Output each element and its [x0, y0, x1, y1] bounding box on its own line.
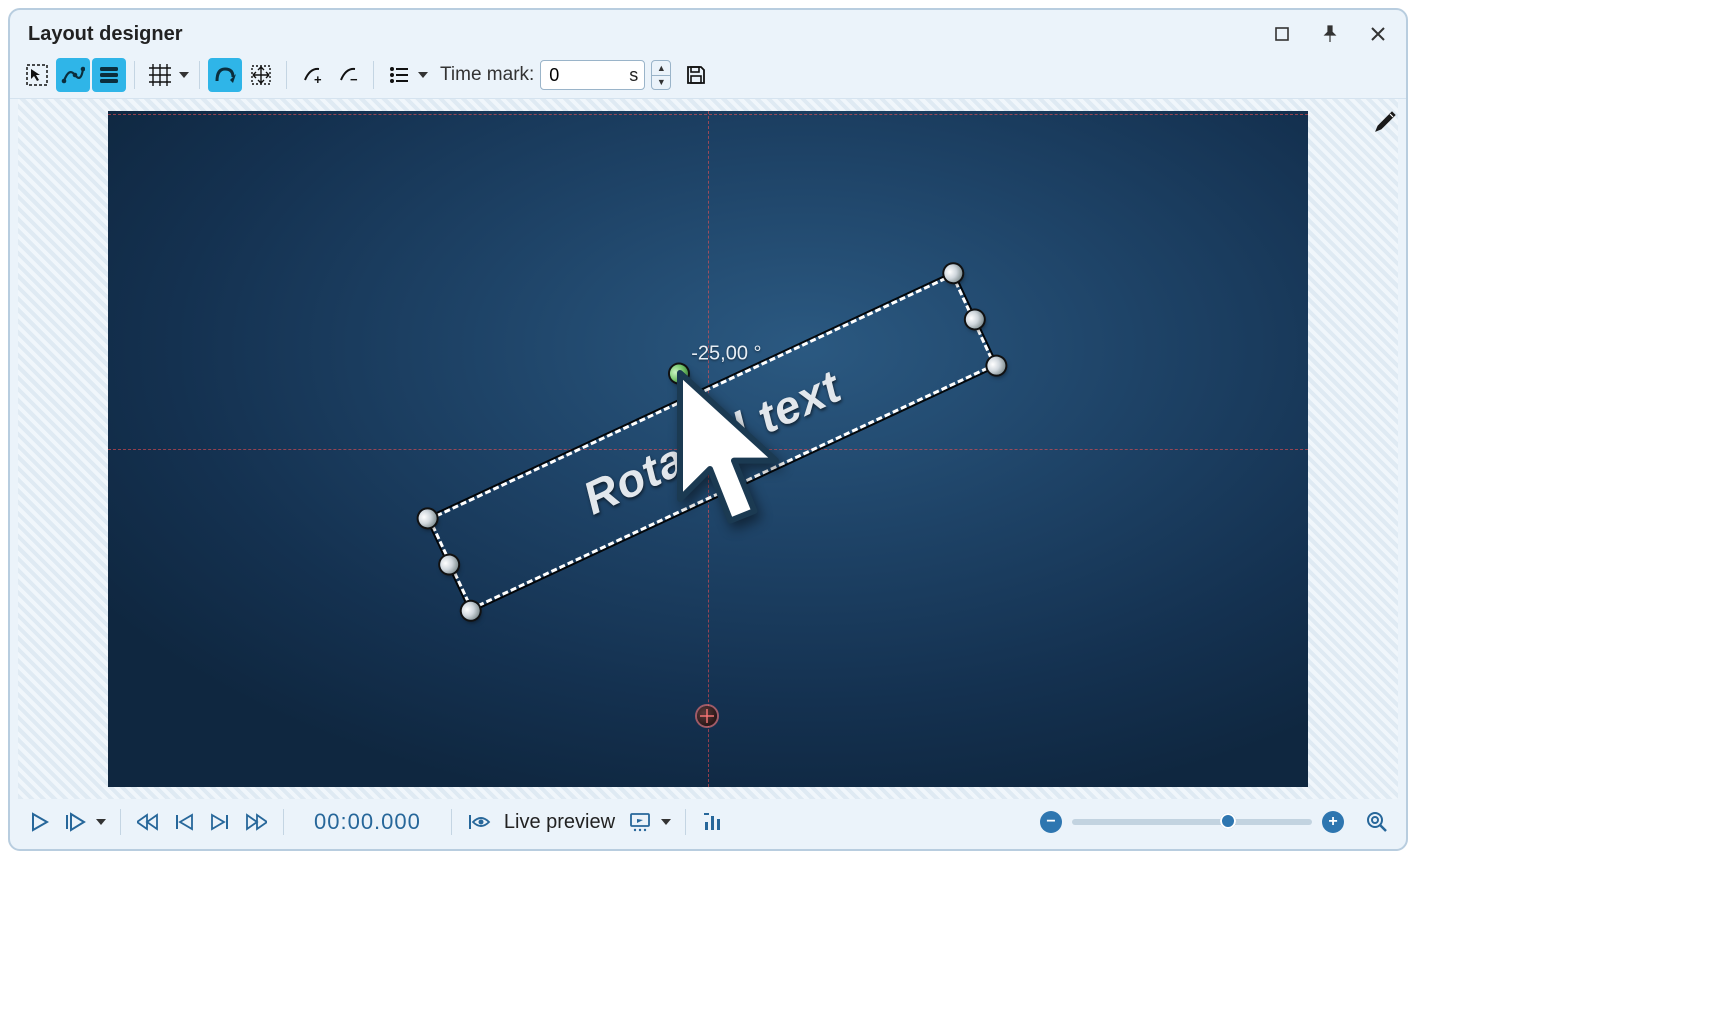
time-mark-field[interactable] [547, 64, 625, 87]
selection-tool-button[interactable] [20, 58, 54, 92]
spinner-up[interactable]: ▲ [652, 61, 670, 76]
titlebar: Layout designer [10, 10, 1406, 54]
remove-keyframe-button[interactable]: − [331, 58, 365, 92]
layout-designer-window: Layout designer [8, 8, 1408, 851]
layers-tool-button[interactable] [92, 58, 126, 92]
preview-monitor-button[interactable] [625, 807, 655, 837]
pin-button[interactable] [1320, 24, 1340, 44]
svg-text:+: + [314, 72, 322, 86]
play-dropdown[interactable] [94, 805, 108, 839]
add-keyframe-button[interactable]: + [295, 58, 329, 92]
spinner-down[interactable]: ▼ [652, 76, 670, 90]
save-button[interactable] [679, 58, 713, 92]
bottom-separator [451, 809, 452, 835]
edit-pencil-icon[interactable] [1372, 109, 1400, 137]
toolbar-separator [134, 61, 135, 89]
design-canvas[interactable]: Rotated text -25,00 ° [108, 111, 1308, 787]
close-button[interactable] [1368, 24, 1388, 44]
list-dropdown[interactable] [416, 58, 430, 92]
window-controls [1272, 24, 1388, 44]
play-step-button[interactable] [60, 807, 90, 837]
forward-end-button[interactable] [241, 807, 271, 837]
toolbar-separator [286, 61, 287, 89]
canvas-area: Rotated text -25,00 ° [18, 99, 1398, 799]
zoom-slider-track[interactable] [1072, 819, 1312, 825]
rewind-start-button[interactable] [133, 807, 163, 837]
svg-text:−: − [350, 72, 358, 86]
preview-eye-icon[interactable] [464, 807, 494, 837]
timecode-display: 00:00.000 [314, 809, 421, 835]
zoom-control: − + [1040, 807, 1392, 837]
top-guide [108, 114, 1308, 115]
rotation-readout: -25,00 ° [691, 343, 761, 366]
toolbar-separator [373, 61, 374, 89]
bottom-separator [685, 809, 686, 835]
prev-frame-button[interactable] [169, 807, 199, 837]
grid-button[interactable] [143, 58, 177, 92]
time-mark-input[interactable]: s [540, 60, 645, 90]
next-frame-button[interactable] [205, 807, 235, 837]
list-button[interactable] [382, 58, 416, 92]
window-title: Layout designer [28, 23, 182, 46]
bottom-separator [120, 809, 121, 835]
bottom-separator [283, 809, 284, 835]
maximize-button[interactable] [1272, 24, 1292, 44]
grid-dropdown[interactable] [177, 58, 191, 92]
zoom-in-button[interactable]: + [1322, 811, 1344, 833]
time-mark-label: Time mark: [440, 64, 534, 86]
time-mark-spinner[interactable]: ▲ ▼ [651, 60, 671, 90]
pivot-marker[interactable] [697, 706, 717, 726]
toolbar-separator [199, 61, 200, 89]
zoom-fit-button[interactable] [1362, 807, 1392, 837]
path-tool-button[interactable] [208, 58, 242, 92]
play-button[interactable] [24, 807, 54, 837]
cursor-pointer-icon [668, 366, 788, 536]
zoom-out-button[interactable]: − [1040, 811, 1062, 833]
zoom-slider-thumb[interactable] [1220, 813, 1236, 829]
bottom-bar: 00:00.000 Live preview − + [10, 799, 1406, 849]
preview-dropdown[interactable] [659, 805, 673, 839]
live-preview-label: Live preview [504, 811, 615, 834]
move-tool-button[interactable] [244, 58, 278, 92]
toolbar: + − Time mark: s ▲ ▼ [10, 54, 1406, 99]
curve-tool-button[interactable] [56, 58, 90, 92]
time-mark-unit: s [629, 65, 638, 86]
levels-button[interactable] [698, 807, 728, 837]
